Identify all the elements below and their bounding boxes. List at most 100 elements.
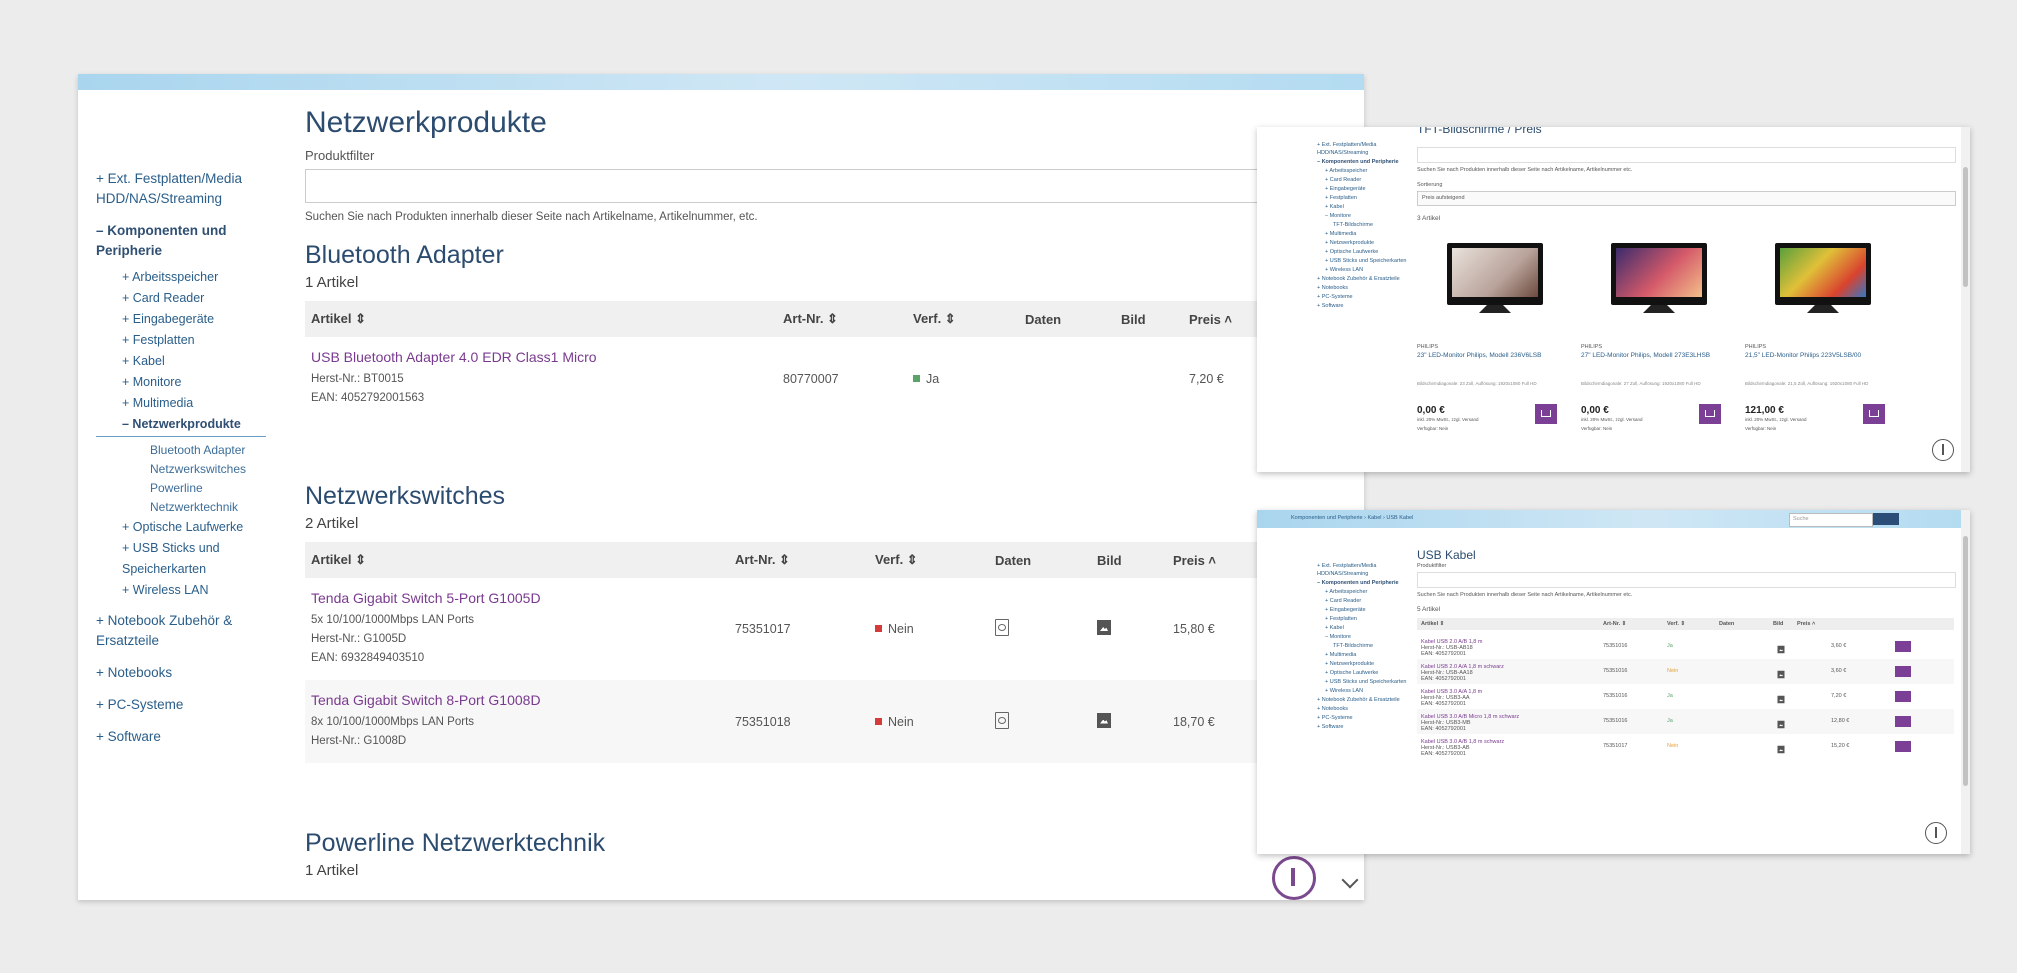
product-name-link[interactable]: Tenda Gigabit Switch 8-Port G1008D	[311, 692, 723, 708]
mini-filter-input[interactable]	[1417, 572, 1956, 588]
breadcrumb[interactable]: Komponenten und Peripherie › Kabel › USB…	[1291, 515, 1413, 521]
mini-sidebar-item[interactable]: + Kabel	[1317, 624, 1407, 632]
product-name-link[interactable]: Tenda Gigabit Switch 5-Port G1005D	[311, 590, 723, 606]
mini-sidebar-item[interactable]: + Multimedia	[1317, 230, 1407, 238]
sidebar-item-card-reader[interactable]: + Card Reader	[96, 288, 266, 309]
sidebar-leaf-bluetooth[interactable]: Bluetooth Adapter	[96, 441, 266, 460]
mini-sidebar-item[interactable]: – Komponenten und Peripherie	[1317, 158, 1407, 166]
sidebar-item-monitore[interactable]: + Monitore	[96, 372, 266, 393]
mini-sidebar-item[interactable]: + Wireless LAN	[1317, 266, 1407, 274]
search-input[interactable]: Suche	[1789, 513, 1873, 527]
sidebar-item-eingabegeraete[interactable]: + Eingabegeräte	[96, 309, 266, 330]
mini-sidebar-item[interactable]: + PC-Systeme	[1317, 714, 1407, 722]
mini-sidebar-item[interactable]: + Netzwerkprodukte	[1317, 660, 1407, 668]
col-artikel[interactable]: Artikel ⇕	[305, 301, 777, 337]
mini-sidebar-item[interactable]: + Arbeitsspeicher	[1317, 167, 1407, 175]
product-name-link[interactable]: 21,5" LED-Monitor Philips 223V5LSB/00	[1745, 352, 1885, 360]
sidebar-item-pc-systeme[interactable]: + PC-Systeme	[96, 695, 266, 715]
product-card[interactable]: PHILIPS 27" LED-Monitor Philips, Modell …	[1581, 231, 1737, 461]
mini-sidebar-item[interactable]: + Eingabegeräte	[1317, 606, 1407, 614]
col-artnr[interactable]: Art-Nr. ⇕	[729, 542, 869, 578]
col-verf[interactable]: Verf. ⇕	[869, 542, 989, 578]
mini-filter-input[interactable]	[1417, 147, 1956, 163]
mini-sidebar-item[interactable]: – Komponenten und Peripherie	[1317, 579, 1407, 587]
mini-sidebar-item[interactable]: + Notebooks	[1317, 284, 1407, 292]
scroll-to-top-button[interactable]	[1272, 856, 1316, 900]
image-icon[interactable]	[1097, 712, 1111, 728]
col-verf[interactable]: Verf. ⇕	[907, 301, 1019, 337]
mini-sidebar-item[interactable]: + Software	[1317, 302, 1407, 310]
col-artikel[interactable]: Artikel ⇕	[305, 542, 729, 578]
scrollbar-thumb[interactable]	[1963, 167, 1968, 287]
mini-sidebar-item[interactable]: + Optische Laufwerke	[1317, 669, 1407, 677]
add-to-cart-button[interactable]	[1895, 741, 1911, 752]
pdf-icon[interactable]	[995, 711, 1009, 729]
sidebar-item-netzwerkprodukte[interactable]: – Netzwerkprodukte	[96, 414, 266, 437]
image-icon[interactable]	[1777, 720, 1785, 729]
mini-sidebar-item[interactable]: + Software	[1317, 723, 1407, 731]
search-button[interactable]	[1873, 513, 1899, 525]
mini-sidebar-item[interactable]: + Festplatten	[1317, 194, 1407, 202]
product-name-link[interactable]: USB Bluetooth Adapter 4.0 EDR Class1 Mic…	[311, 349, 771, 365]
mini-sidebar-item[interactable]: + Notebooks	[1317, 705, 1407, 713]
mini-sidebar-item[interactable]: + Ext. Festplatten/Media HDD/NAS/Streami…	[1317, 141, 1407, 157]
mini-sidebar-item[interactable]: + USB Sticks und Speicherkarten	[1317, 257, 1407, 265]
sidebar-leaf-powerline[interactable]: Powerline Netzwerktechnik	[96, 479, 266, 517]
scrollbar[interactable]	[1961, 127, 1970, 472]
image-icon[interactable]	[1777, 745, 1785, 754]
mini-sidebar-item[interactable]: + Wireless LAN	[1317, 687, 1407, 695]
mini-col-header[interactable]: Art-Nr. ⇕	[1603, 621, 1626, 627]
sidebar-item-optische[interactable]: + Optische Laufwerke	[96, 517, 266, 538]
product-name-link[interactable]: 23" LED-Monitor Philips, Modell 236V6LSB	[1417, 352, 1557, 360]
mini-sidebar-item[interactable]: + Netzwerkprodukte	[1317, 239, 1407, 247]
add-to-cart-button[interactable]	[1895, 641, 1911, 652]
mini-sidebar-item[interactable]: – Monitore	[1317, 212, 1407, 220]
product-filter-input[interactable]	[305, 169, 1364, 203]
sidebar-item-festplatten[interactable]: + Festplatten	[96, 330, 266, 351]
image-icon[interactable]	[1777, 670, 1785, 679]
mini-sidebar-item[interactable]: + Multimedia	[1317, 651, 1407, 659]
mini-sidebar-item[interactable]: + Notebook Zubehör & Ersatzteile	[1317, 696, 1407, 704]
mini-sidebar-item[interactable]: + Card Reader	[1317, 597, 1407, 605]
add-to-cart-button[interactable]	[1699, 404, 1721, 424]
mini-sidebar-item[interactable]: + Optische Laufwerke	[1317, 248, 1407, 256]
sidebar-item-wireless[interactable]: + Wireless LAN	[96, 580, 266, 601]
mini-sidebar-item[interactable]: + PC-Systeme	[1317, 293, 1407, 301]
image-icon[interactable]	[1777, 645, 1785, 654]
mini-col-header[interactable]: Bild	[1773, 621, 1783, 627]
product-name-link[interactable]: 27" LED-Monitor Philips, Modell 273E3LHS…	[1581, 352, 1721, 360]
image-icon[interactable]	[1777, 695, 1785, 704]
sidebar-item-usb-sticks[interactable]: + USB Sticks und Speicherkarten	[96, 538, 266, 580]
col-artnr[interactable]: Art-Nr. ⇕	[777, 301, 907, 337]
mini-col-header[interactable]: Artikel ⇕	[1421, 621, 1444, 627]
sidebar-item-ext-festplatten[interactable]: + Ext. Festplatten/Media HDD/NAS/Streami…	[96, 169, 266, 209]
sidebar-item-kabel[interactable]: + Kabel	[96, 351, 266, 372]
scroll-to-top-button[interactable]	[1932, 439, 1954, 461]
mini-sidebar-item[interactable]: TFT-Bildschirme	[1317, 221, 1407, 229]
mini-sidebar-item[interactable]: + Arbeitsspeicher	[1317, 588, 1407, 596]
mini-sidebar-item[interactable]: + Ext. Festplatten/Media HDD/NAS/Streami…	[1317, 562, 1407, 578]
pdf-icon[interactable]	[995, 619, 1009, 636]
product-card[interactable]: PHILIPS 23" LED-Monitor Philips, Modell …	[1417, 231, 1573, 461]
scroll-to-top-button[interactable]	[1925, 822, 1947, 844]
sort-select[interactable]: Preis aufsteigend	[1417, 191, 1956, 206]
scrollbar-thumb[interactable]	[1963, 536, 1968, 786]
sidebar-item-notebooks[interactable]: + Notebooks	[96, 663, 266, 683]
sidebar-item-komponenten[interactable]: – Komponenten und Peripherie	[96, 221, 266, 261]
add-to-cart-button[interactable]	[1895, 716, 1911, 727]
mini-sidebar-item[interactable]: + Festplatten	[1317, 615, 1407, 623]
mini-col-header[interactable]: Daten	[1719, 621, 1734, 627]
mini-sidebar-item[interactable]: + Kabel	[1317, 203, 1407, 211]
add-to-cart-button[interactable]	[1895, 691, 1911, 702]
mini-sidebar-item[interactable]: + Eingabegeräte	[1317, 185, 1407, 193]
sidebar-leaf-switches[interactable]: Netzwerkswitches	[96, 460, 266, 479]
image-icon[interactable]	[1097, 620, 1111, 635]
mini-col-header[interactable]: Verf. ⇕	[1667, 621, 1685, 627]
sidebar-item-arbeitsspeicher[interactable]: + Arbeitsspeicher	[96, 267, 266, 288]
mini-col-header[interactable]: Preis ˄	[1797, 621, 1815, 627]
scrollbar[interactable]	[1961, 510, 1970, 854]
mini-sidebar-item[interactable]: + Notebook Zubehör & Ersatzteile	[1317, 275, 1407, 283]
sidebar-item-notebook-zubehoer[interactable]: + Notebook Zubehör & Ersatzteile	[96, 611, 266, 651]
add-to-cart-button[interactable]	[1895, 666, 1911, 677]
product-card[interactable]: PHILIPS 21,5" LED-Monitor Philips 223V5L…	[1745, 231, 1901, 461]
